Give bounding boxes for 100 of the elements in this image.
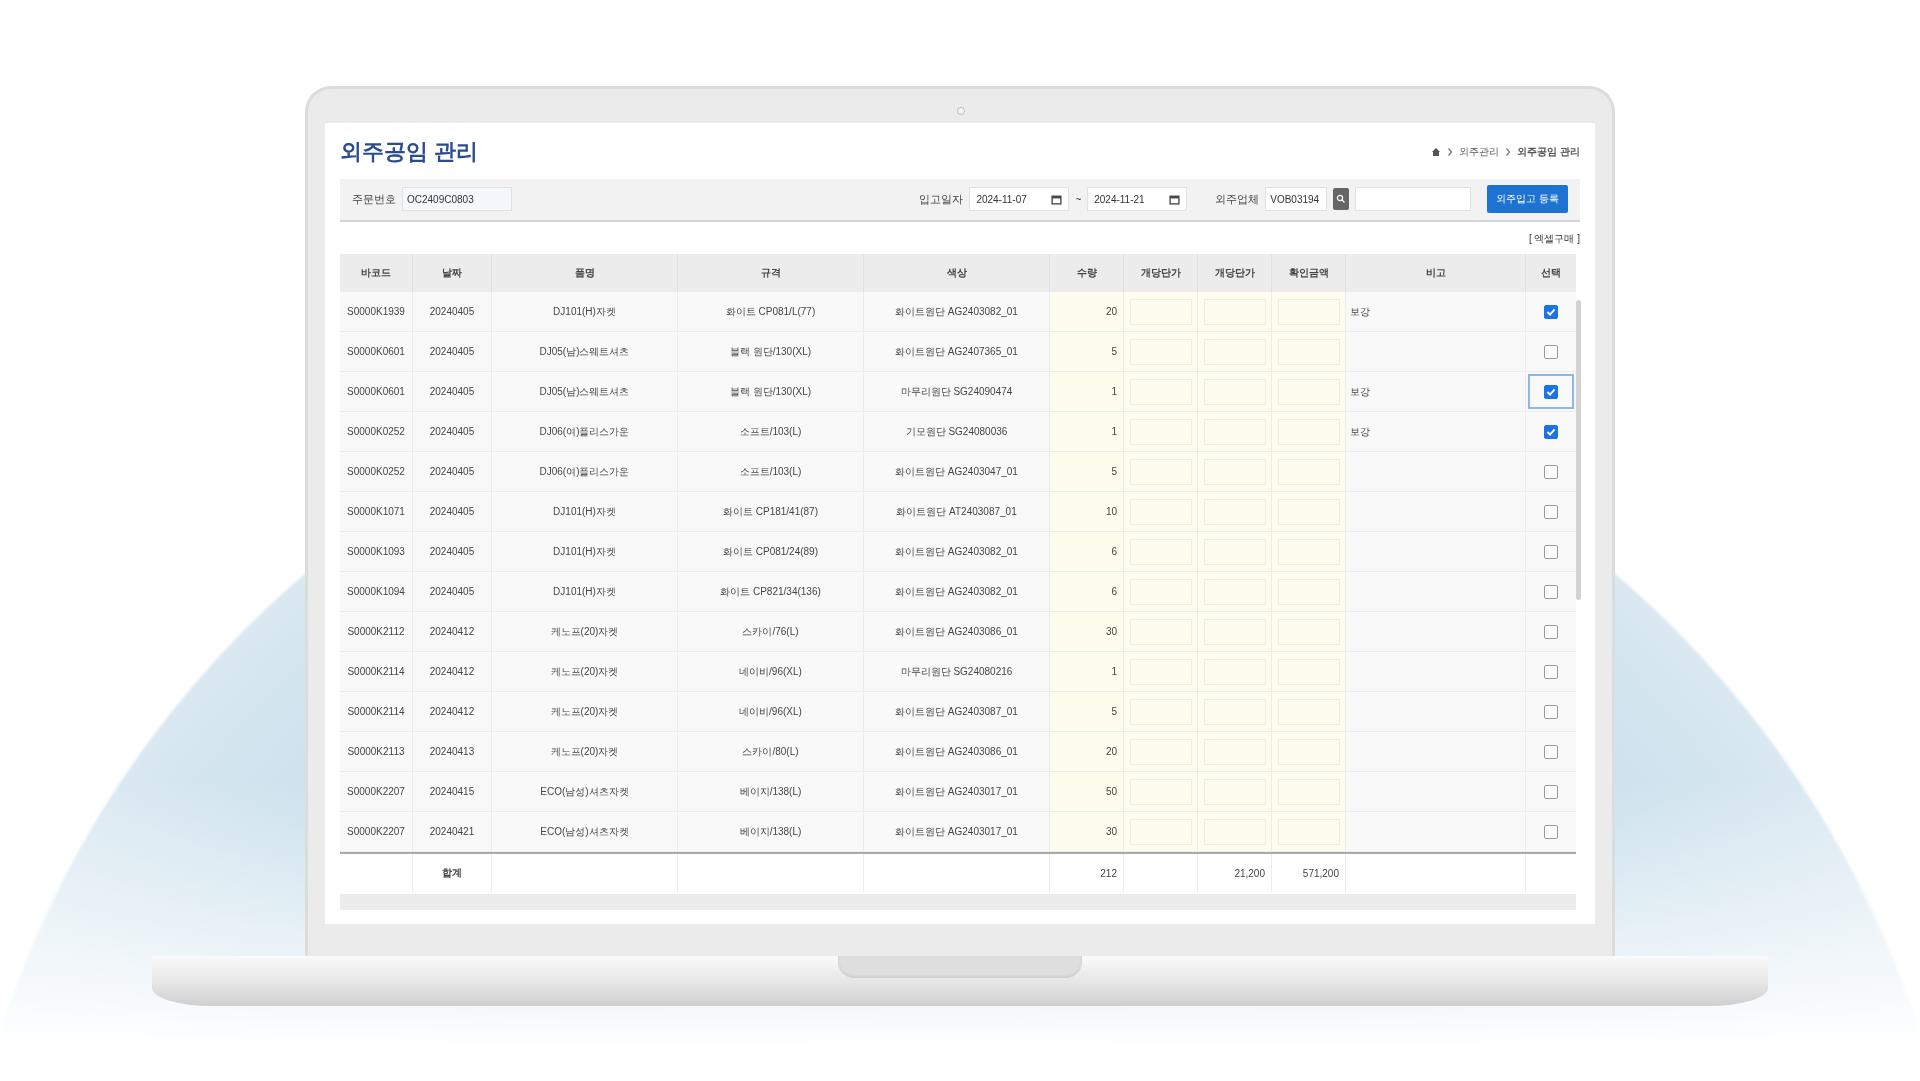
- table-cell: 20240405: [413, 372, 492, 411]
- table-cell: DJ101(H)자켓: [492, 532, 678, 571]
- table-cell: 20240415: [413, 772, 492, 811]
- table-cell: 20240413: [413, 732, 492, 771]
- breadcrumb-item[interactable]: 외주관리: [1459, 145, 1500, 159]
- calendar-icon[interactable]: [1051, 193, 1063, 205]
- table-cell: ECO(남성)셔츠자켓: [492, 772, 678, 811]
- home-icon[interactable]: [1431, 147, 1442, 157]
- checkbox[interactable]: [1544, 584, 1558, 599]
- camera-icon: [957, 107, 965, 115]
- vendor-code-field[interactable]: VOB03194: [1265, 187, 1328, 212]
- table-cell: S0000K1939: [340, 292, 413, 331]
- chevron-icon: [1505, 147, 1512, 157]
- table-cell: DJ05(남)스웨트셔츠: [492, 372, 678, 411]
- checkbox[interactable]: [1544, 464, 1558, 479]
- checkbox[interactable]: [1544, 824, 1558, 839]
- table-cell: 네이비/96(XL): [678, 692, 864, 731]
- table-cell: S0000K0252: [340, 452, 413, 491]
- search-button[interactable]: [1333, 188, 1350, 211]
- checkbox[interactable]: [1544, 664, 1558, 679]
- table-cell: 5: [1050, 332, 1124, 371]
- scrollbar[interactable]: [1576, 300, 1581, 600]
- table-cell: S0000K2114: [340, 652, 413, 691]
- table-cell: 20: [1050, 292, 1124, 331]
- field-label: 외주업체: [1215, 191, 1260, 207]
- table-cell: 스카이/80(L): [678, 732, 864, 771]
- vendor-name-field[interactable]: [1355, 187, 1472, 212]
- table-cell: 보강: [1350, 384, 1370, 399]
- table-cell: 20240405: [413, 412, 492, 451]
- table-cell: DJ06(여)플리스가운: [492, 452, 678, 491]
- calendar-icon[interactable]: [1169, 193, 1181, 205]
- register-button[interactable]: 외주입고 등록: [1487, 185, 1568, 214]
- table-cell: 20240412: [413, 612, 492, 651]
- table-cell: 화이트 CP821/34(136): [678, 572, 864, 611]
- table-cell: 30: [1050, 612, 1124, 651]
- table-cell: 네이비/96(XL): [678, 652, 864, 691]
- table-cell: DJ101(H)자켓: [492, 292, 678, 331]
- table-cell: 50: [1050, 772, 1124, 811]
- table-cell: S0000K0252: [340, 412, 413, 451]
- table-cell: DJ06(여)플리스가운: [492, 412, 678, 451]
- table-cell: 보강: [1350, 424, 1370, 439]
- table-cell: DJ101(H)자켓: [492, 492, 678, 531]
- table-cell: 베이지/138(L): [678, 772, 864, 811]
- column-header: 선택: [1540, 266, 1562, 280]
- table-cell: 20240405: [413, 292, 492, 331]
- table-cell: 30: [1050, 812, 1124, 851]
- total-cell: 21,200: [1198, 854, 1272, 892]
- table-cell: S0000K2113: [340, 732, 413, 771]
- date-field[interactable]: 2024-11-21: [1087, 187, 1188, 212]
- date-field[interactable]: 2024-11-07: [969, 187, 1070, 212]
- field-label: 입고일자: [919, 191, 964, 207]
- table-cell: 케노프(20)자켓: [492, 732, 678, 771]
- table-cell: S0000K2112: [340, 612, 413, 651]
- checkbox[interactable]: [1544, 504, 1558, 519]
- table-cell: 1: [1050, 372, 1124, 411]
- table-cell: 1: [1050, 652, 1124, 691]
- search-icon: [1336, 194, 1347, 205]
- table-cell: 소프트/103(L): [678, 452, 864, 491]
- breadcrumb-item[interactable]: 외주공임 관리: [1517, 145, 1580, 159]
- table-cell: 10: [1050, 492, 1124, 531]
- table-cell: S0000K2207: [340, 812, 413, 851]
- range-separator: ~: [1075, 193, 1082, 205]
- table-cell: 스카이/76(L): [678, 612, 864, 651]
- table-cell: 20: [1050, 732, 1124, 771]
- table-cell: 케노프(20)자켓: [492, 652, 678, 691]
- checkbox[interactable]: [1544, 784, 1558, 799]
- checkbox[interactable]: [1544, 704, 1558, 719]
- table-cell: 20240405: [413, 492, 492, 531]
- table-cell: 보강: [1350, 304, 1370, 319]
- table-cell: 20240405: [413, 332, 492, 371]
- table-cell: DJ05(남)스웨트셔츠: [492, 332, 678, 371]
- table-cell: S0000K2207: [340, 772, 413, 811]
- chevron-icon: [1447, 147, 1454, 157]
- table-cell: ECO(남성)셔츠자켓: [492, 812, 678, 851]
- checkbox[interactable]: [1544, 624, 1558, 639]
- field-label: 주문번호: [352, 191, 396, 207]
- table-cell: 6: [1050, 532, 1124, 571]
- table-cell: 블랙 원단/130(XL): [678, 372, 864, 411]
- table-cell: 화이트 CP081/L(77): [678, 292, 864, 331]
- checkbox[interactable]: [1544, 544, 1558, 559]
- checkbox[interactable]: [1544, 424, 1558, 439]
- checkbox[interactable]: [1544, 304, 1558, 319]
- checkbox[interactable]: [1544, 384, 1558, 399]
- page-title: 외주공임 관리: [340, 138, 479, 166]
- table-cell: 20240412: [413, 692, 492, 731]
- table-cell: 화이트 CP081/24(89): [678, 532, 864, 571]
- total-cell: 571,200: [1272, 854, 1346, 892]
- table-cell: 케노프(20)자켓: [492, 612, 678, 651]
- table-cell: 20240405: [413, 452, 492, 491]
- excel-link[interactable]: [ 엑셀구매 ]: [1528, 231, 1580, 246]
- table-cell: 소프트/103(L): [678, 412, 864, 451]
- checkbox[interactable]: [1544, 344, 1558, 359]
- order-number-field[interactable]: OC2409C0803: [402, 187, 512, 212]
- table-cell: 20240405: [413, 532, 492, 571]
- table-cell: S0000K2114: [340, 692, 413, 731]
- table-cell: 20240421: [413, 812, 492, 851]
- checkbox[interactable]: [1544, 744, 1558, 759]
- table-cell: 20240405: [413, 572, 492, 611]
- total-cell: 212: [1050, 854, 1124, 892]
- table-cell: 5: [1050, 452, 1124, 491]
